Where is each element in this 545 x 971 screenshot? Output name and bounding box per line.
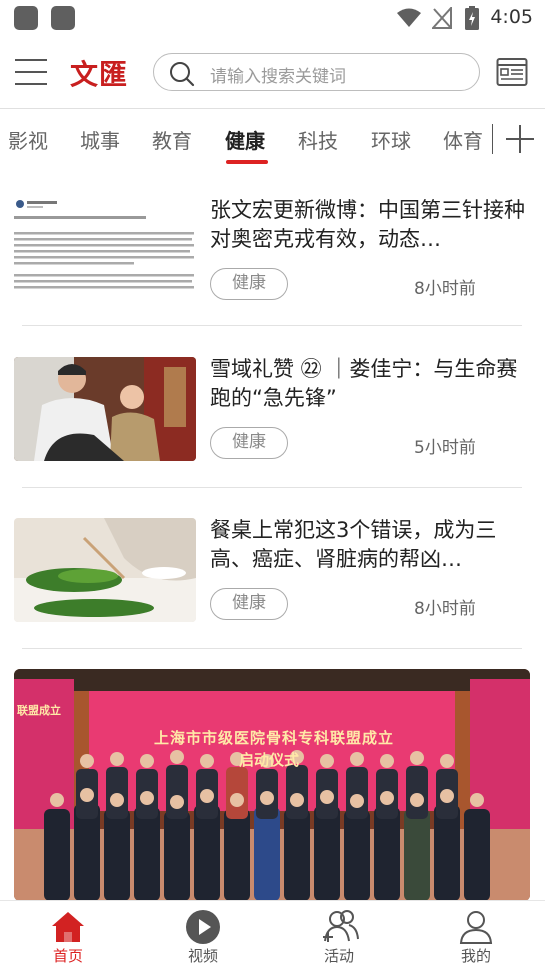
article-item[interactable]: 雪域礼赞 ㉒ ｜娄佳宁：与生命赛跑的“急先锋” 健康 5小时前: [0, 357, 545, 487]
app-logo[interactable]: 文匯: [70, 53, 128, 93]
header-divider: [0, 108, 545, 109]
article-item[interactable]: 餐桌上常犯这3个错误，成为三高、癌症、肾脏病的帮凶… 健康 8小时前: [0, 518, 545, 648]
list-divider: [22, 325, 522, 326]
article-time: 8小时前: [414, 279, 476, 299]
newspaper-icon[interactable]: [496, 56, 528, 88]
bottom-navigation: 首页 视频 活动 我的: [0, 900, 545, 971]
nav-label: 活动: [323, 947, 354, 965]
app-header: 文匯 请输入搜索关键词: [0, 40, 545, 106]
channel-tabs: 影视 城事 教育 健康 科技 环球 体育: [0, 110, 545, 168]
tab-sports[interactable]: 体育: [443, 125, 483, 154]
feature-photo[interactable]: 联盟成立 上海市市级医院骨科专科联盟成立 启动仪式: [14, 669, 530, 901]
no-signal-icon: [432, 7, 452, 29]
article-item[interactable]: 张文宏更新微博：中国第三针接种对奥密克戎有效，动态… 健康 8小时前: [0, 198, 545, 328]
search-bar[interactable]: 请输入搜索关键词: [153, 53, 480, 91]
list-divider: [22, 487, 522, 488]
wifi-icon: [397, 8, 421, 27]
article-title[interactable]: 张文宏更新微博：中国第三针接种对奥密克戎有效，动态…: [210, 196, 528, 254]
article-tag[interactable]: 健康: [210, 427, 288, 459]
nav-home[interactable]: 首页: [28, 901, 108, 971]
list-divider: [22, 648, 522, 649]
active-tab-indicator: [226, 160, 268, 164]
notification-icon: [51, 6, 75, 30]
nav-profile[interactable]: 我的: [436, 901, 516, 971]
notification-icon: [14, 6, 38, 30]
battery-charging-icon: [465, 6, 479, 30]
tab-divider: [492, 124, 493, 154]
tab-tech[interactable]: 科技: [298, 125, 338, 154]
nav-label: 视频: [187, 947, 218, 965]
tab-health[interactable]: 健康: [225, 125, 265, 154]
banner-side-text: 联盟成立: [17, 704, 61, 717]
tab-education[interactable]: 教育: [152, 125, 192, 154]
article-time: 5小时前: [414, 438, 476, 458]
banner-subtext: 启动仪式: [238, 751, 299, 769]
article-title[interactable]: 餐桌上常犯这3个错误，成为三高、癌症、肾脏病的帮凶…: [210, 516, 528, 574]
add-channel-icon[interactable]: [505, 124, 535, 154]
nav-label: 我的: [460, 947, 491, 965]
profile-icon: [459, 911, 493, 944]
nav-activity[interactable]: 活动: [299, 901, 379, 971]
status-bar: 4:05: [0, 0, 545, 40]
article-time: 8小时前: [414, 599, 476, 619]
article-thumbnail: [14, 357, 196, 461]
article-thumbnail: [14, 198, 196, 302]
menu-icon[interactable]: [15, 57, 47, 87]
banner-text: 上海市市级医院骨科专科联盟成立: [153, 729, 394, 747]
article-tag[interactable]: 健康: [210, 268, 288, 300]
tab-movies[interactable]: 影视: [8, 125, 48, 154]
article-tag[interactable]: 健康: [210, 588, 288, 620]
home-icon: [52, 912, 84, 942]
nav-video[interactable]: 视频: [163, 901, 243, 971]
activity-people-icon: [323, 910, 359, 942]
tab-world[interactable]: 环球: [371, 125, 411, 154]
nav-label: 首页: [52, 947, 83, 965]
article-title[interactable]: 雪域礼赞 ㉒ ｜娄佳宁：与生命赛跑的“急先锋”: [210, 355, 528, 413]
status-time: 4:05: [490, 6, 533, 28]
tab-city[interactable]: 城事: [80, 125, 120, 154]
search-icon: [170, 62, 195, 87]
article-thumbnail: [14, 518, 196, 622]
video-play-icon: [186, 910, 220, 944]
search-placeholder: 请输入搜索关键词: [210, 67, 346, 87]
